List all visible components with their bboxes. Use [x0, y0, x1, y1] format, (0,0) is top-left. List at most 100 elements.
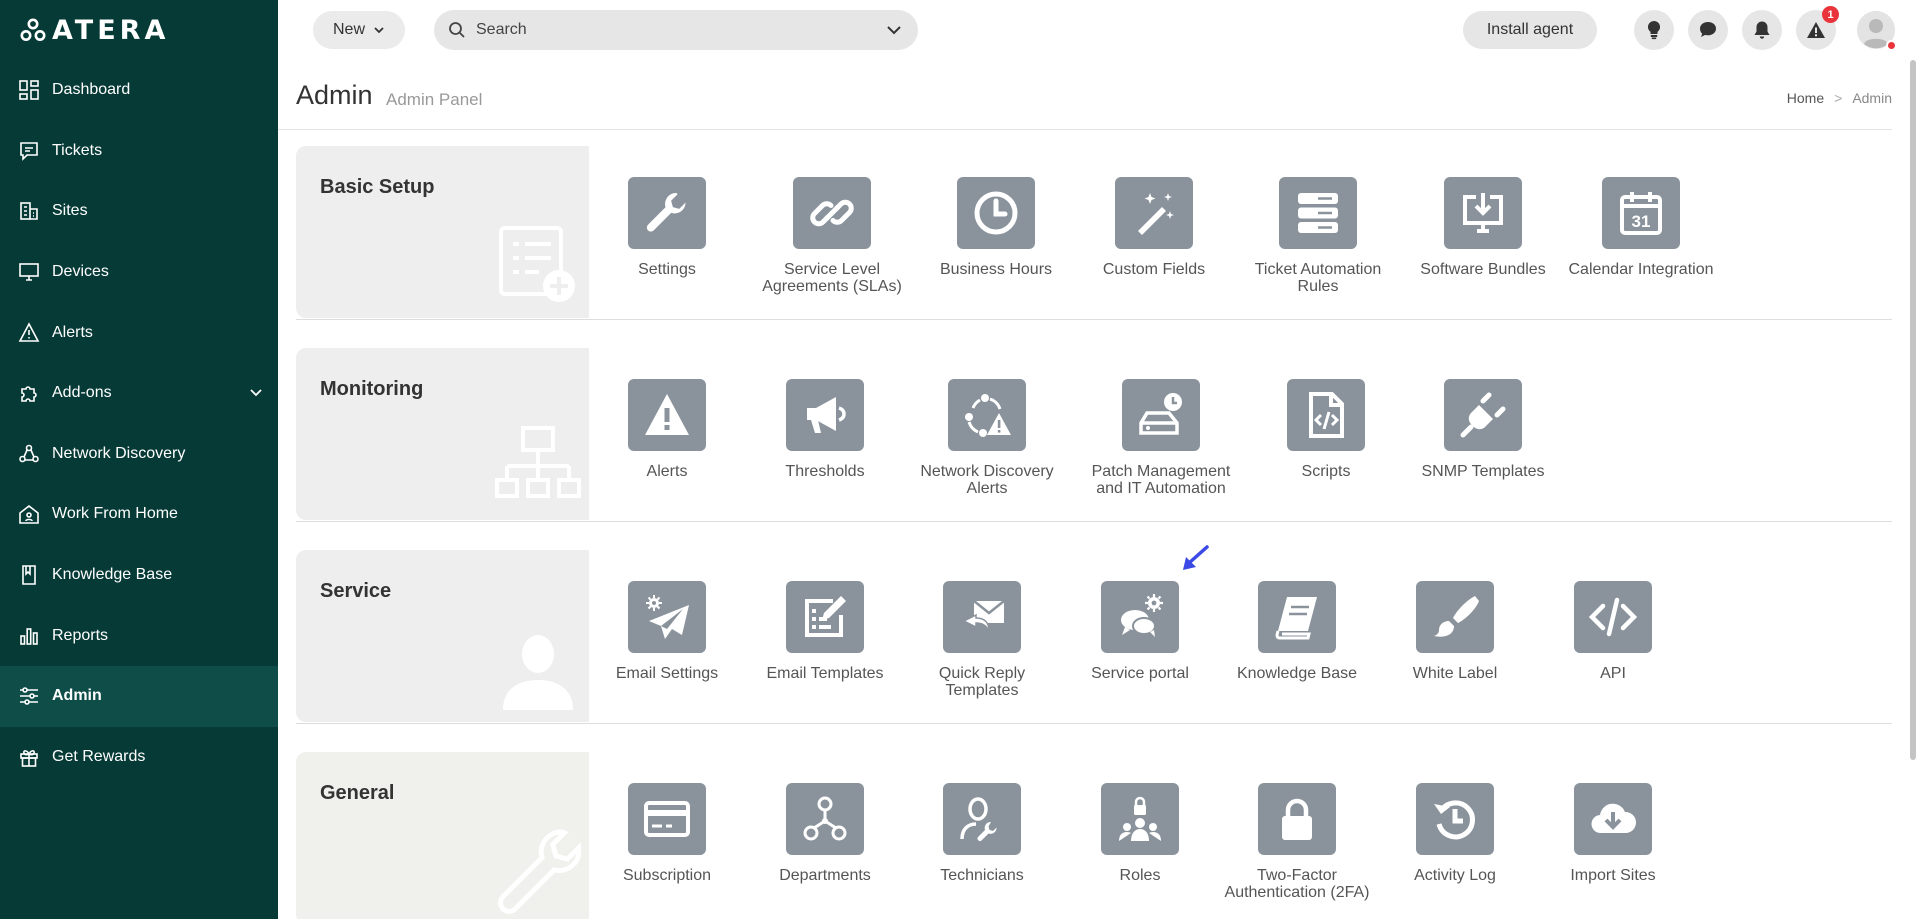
tile-white-label[interactable]: White Label — [1375, 581, 1535, 682]
tile-snmp-templates[interactable]: SNMP Templates — [1403, 379, 1563, 480]
alerts-button[interactable]: 1 — [1796, 6, 1839, 50]
sidebar-item-addons[interactable]: Add-ons — [0, 363, 278, 424]
tile-label: Service portal — [1091, 665, 1189, 682]
tile-label: Email Templates — [766, 665, 884, 682]
tile-technicians[interactable]: Technicians — [902, 783, 1062, 884]
chat-button[interactable] — [1688, 10, 1728, 50]
tile-service-portal[interactable]: Service portal — [1060, 581, 1220, 682]
tile-label: White Label — [1412, 665, 1498, 682]
tile-network-discovery-alerts[interactable]: Network Discovery Alerts — [907, 379, 1067, 497]
section-title: Monitoring — [320, 378, 424, 400]
tips-button[interactable] — [1634, 10, 1674, 50]
sidebar-item-tickets[interactable]: Tickets — [0, 121, 278, 182]
calendar-icon: 31 — [1620, 192, 1662, 235]
breadcrumb-home-link[interactable]: Home — [1787, 90, 1824, 106]
tile-label: Technicians — [940, 867, 1024, 884]
vertical-scrollbar[interactable] — [1906, 60, 1920, 919]
user-avatar[interactable] — [1857, 11, 1897, 51]
breadcrumb-separator: > — [1834, 90, 1843, 106]
tile-label: Scripts — [1301, 463, 1351, 480]
bell-icon — [1754, 21, 1770, 39]
page-subtitle: Admin Panel — [386, 90, 483, 109]
tile-departments[interactable]: Departments — [745, 783, 905, 884]
tile-email-templates[interactable]: Email Templates — [745, 581, 905, 682]
logo-text: ATERA — [52, 14, 170, 46]
section-general: General Subscription Departments Technic… — [296, 752, 1892, 919]
tile-label: Activity Log — [1414, 867, 1496, 884]
tile-label: Thresholds — [785, 463, 865, 480]
new-button[interactable]: New — [313, 11, 405, 49]
tile-settings[interactable]: Settings — [587, 177, 747, 278]
alert-count-badge: 1 — [1822, 6, 1839, 23]
tile-knowledge-base[interactable]: Knowledge Base — [1217, 581, 1377, 682]
sidebar-item-reports[interactable]: Reports — [0, 605, 278, 666]
sidebar-item-label: Alerts — [52, 323, 93, 341]
sidebar-item-alerts[interactable]: Alerts — [0, 302, 278, 363]
sidebar-item-sites[interactable]: Sites — [0, 181, 278, 242]
breadcrumb-current: Admin — [1852, 90, 1892, 106]
tile-label: Knowledge Base — [1236, 665, 1358, 682]
tile-label: Import Sites — [1570, 867, 1656, 884]
tile-custom-fields[interactable]: Custom Fields — [1074, 177, 1234, 278]
devices-icon — [19, 263, 39, 281]
tile-label: Patch Management and IT Automation — [1091, 463, 1231, 497]
tile-label: API — [1600, 665, 1626, 682]
admin-panel-content: Basic Setup Settings Service Level Agree… — [296, 146, 1892, 919]
network-discovery-icon — [19, 444, 39, 463]
tile-quick-reply-templates[interactable]: Quick Reply Templates — [902, 581, 1062, 699]
script-file-icon — [1309, 392, 1344, 438]
sidebar-item-get-rewards[interactable]: Get Rewards — [0, 727, 278, 788]
section-basic-setup: Basic Setup Settings Service Level Agree… — [296, 146, 1892, 320]
notifications-button[interactable] — [1742, 10, 1782, 50]
tile-scripts[interactable]: Scripts — [1246, 379, 1406, 480]
drive-clock-icon — [1139, 393, 1182, 435]
sidebar-item-dashboard[interactable]: Dashboard — [0, 60, 278, 121]
status-dot — [1886, 40, 1897, 51]
tile-two-factor-authentication[interactable]: Two-Factor Authentication (2FA) — [1217, 783, 1377, 901]
sidebar-item-label: Network Discovery — [52, 444, 186, 462]
section-monitoring: Monitoring Alerts Thresholds Network Dis… — [296, 348, 1892, 522]
chevron-down-icon[interactable] — [886, 22, 902, 38]
tile-label: Calendar Integration — [1568, 261, 1714, 278]
section-panel: Monitoring — [296, 348, 589, 520]
sidebar-item-admin[interactable]: Admin — [0, 665, 278, 727]
roles-icon — [1119, 796, 1161, 841]
calendar-day-text: 31 — [1632, 212, 1651, 231]
tile-subscription[interactable]: Subscription — [587, 783, 747, 884]
dashboard-icon — [19, 80, 39, 101]
tile-roles[interactable]: Roles — [1060, 783, 1220, 884]
tile-label: Settings — [638, 261, 696, 278]
tile-slas[interactable]: Service Level Agreements (SLAs) — [752, 177, 912, 295]
tile-calendar-integration[interactable]: 31 Calendar Integration — [1561, 177, 1721, 278]
sidebar-item-devices[interactable]: Devices — [0, 242, 278, 303]
sidebar-item-knowledge-base[interactable]: Knowledge Base — [0, 545, 278, 606]
chevron-down-icon — [250, 389, 262, 397]
atera-logo[interactable]: ATERA — [20, 14, 170, 46]
search-bar[interactable] — [434, 10, 918, 50]
scrollbar-thumb[interactable] — [1910, 60, 1916, 760]
install-agent-button[interactable]: Install agent — [1463, 11, 1597, 49]
sidebar-item-work-from-home[interactable]: Work From Home — [0, 484, 278, 545]
section-service: Service Email Settings Email Templates Q… — [296, 545, 1892, 724]
tile-email-settings[interactable]: Email Settings — [587, 581, 747, 682]
tile-label: Software Bundles — [1420, 261, 1546, 278]
search-input[interactable] — [476, 21, 856, 39]
page-title: Admin — [296, 80, 373, 110]
sidebar-item-network-discovery[interactable]: Network Discovery — [0, 424, 278, 485]
tile-patch-management[interactable]: Patch Management and IT Automation — [1081, 379, 1241, 497]
tile-label: Departments — [779, 867, 871, 884]
tile-business-hours[interactable]: Business Hours — [916, 177, 1076, 278]
warning-icon — [645, 394, 689, 435]
tile-label: Subscription — [622, 867, 712, 884]
tile-thresholds[interactable]: Thresholds — [745, 379, 905, 480]
tile-api[interactable]: API — [1533, 581, 1693, 682]
tile-ticket-automation-rules[interactable]: Ticket Automation Rules — [1238, 177, 1398, 295]
tile-import-sites[interactable]: Import Sites — [1533, 783, 1693, 884]
tile-software-bundles[interactable]: Software Bundles — [1403, 177, 1563, 278]
tile-activity-log[interactable]: Activity Log — [1375, 783, 1535, 884]
tile-alerts[interactable]: Alerts — [587, 379, 747, 480]
network-tree-icon — [495, 426, 581, 498]
brush-icon — [1434, 596, 1479, 637]
sidebar-item-label: Devices — [52, 263, 109, 281]
sidebar-item-label: Work From Home — [52, 505, 178, 523]
